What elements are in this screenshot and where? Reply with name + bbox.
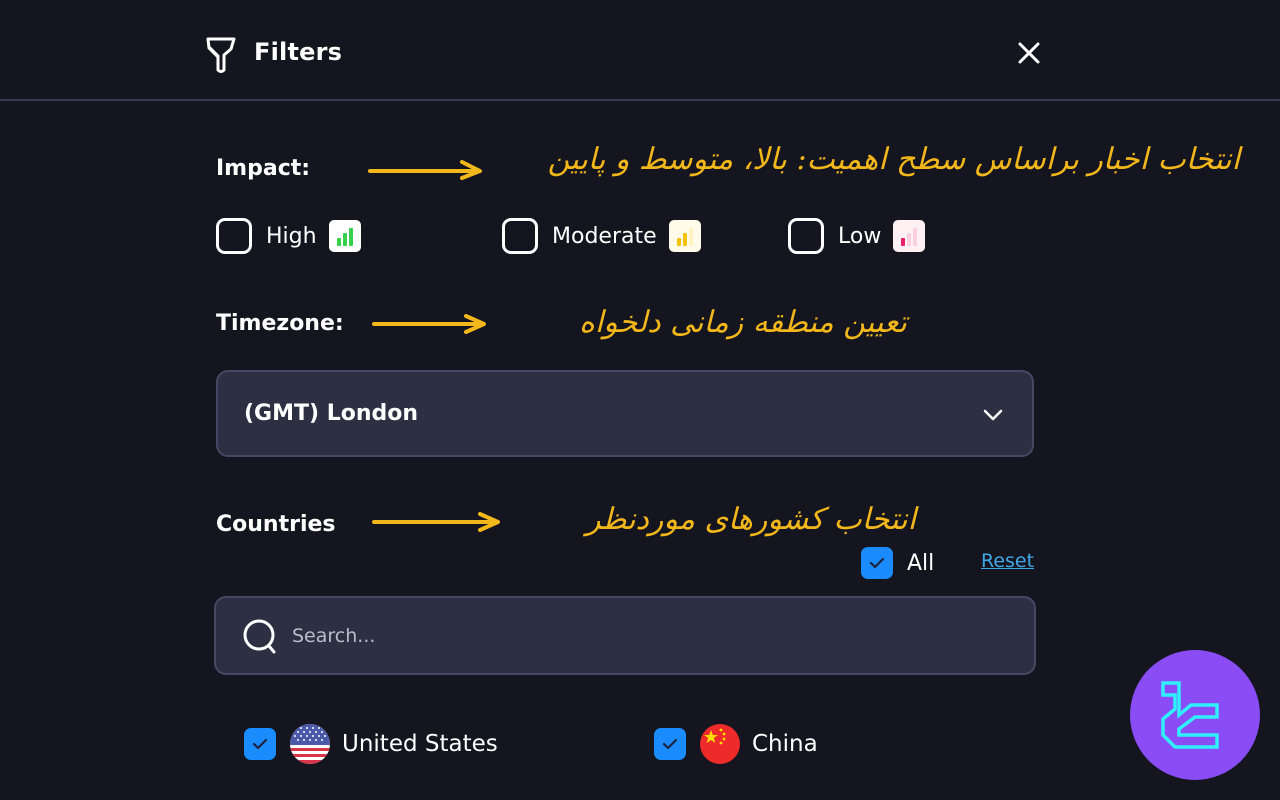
united-states-checkbox[interactable]	[244, 728, 276, 760]
countries-label: Countries	[216, 512, 336, 537]
impact-annotation: انتخاب اخبار براساس سطح اهمیت: بالا، متو…	[547, 142, 1240, 177]
high-checkbox[interactable]	[216, 218, 252, 254]
country-search	[214, 596, 1036, 675]
close-button[interactable]	[1012, 38, 1046, 72]
all-label: All	[907, 550, 935, 576]
signal-bars-moderate-icon	[668, 220, 701, 252]
china-flag-icon	[700, 724, 740, 764]
annotation-arrow-icon	[368, 160, 482, 180]
annotation-arrow-icon	[372, 512, 500, 532]
checkmark-icon	[252, 738, 268, 750]
impact-option-label: Low	[838, 223, 882, 249]
impact-option-label: High	[266, 223, 317, 249]
annotation-arrow-icon	[372, 314, 486, 334]
china-checkbox[interactable]	[654, 728, 686, 760]
impact-options: High Moderate Low	[216, 216, 1016, 256]
funnel-icon	[204, 36, 238, 74]
chevron-down-icon	[982, 404, 1004, 426]
country-name: United States	[342, 731, 498, 757]
impact-label: Impact:	[216, 156, 311, 181]
select-all-toggle[interactable]: All	[861, 546, 934, 580]
country-item-china[interactable]: China	[654, 722, 818, 766]
checkmark-icon	[869, 557, 885, 569]
signal-bars-high-icon	[328, 220, 361, 252]
country-name: China	[752, 731, 818, 757]
impact-option-high[interactable]: High	[216, 216, 361, 256]
impact-option-moderate[interactable]: Moderate	[502, 216, 701, 256]
impact-option-low[interactable]: Low	[788, 216, 926, 256]
search-icon	[242, 618, 278, 656]
brand-logo	[1130, 650, 1260, 780]
reset-link[interactable]: Reset	[981, 550, 1034, 572]
countries-annotation: انتخاب کشورهای موردنظر	[586, 502, 916, 537]
page-title: Filters	[254, 38, 343, 66]
search-input[interactable]	[292, 616, 992, 656]
filters-header: Filters	[0, 0, 1280, 101]
checkmark-icon	[662, 738, 678, 750]
all-checkbox[interactable]	[861, 547, 893, 579]
brand-logo-icon	[1161, 681, 1219, 749]
impact-option-label: Moderate	[552, 223, 657, 249]
close-icon	[1017, 41, 1041, 69]
signal-bars-low-icon	[893, 220, 926, 252]
moderate-checkbox[interactable]	[502, 218, 538, 254]
timezone-select[interactable]: (GMT) London	[216, 370, 1034, 457]
low-checkbox[interactable]	[788, 218, 824, 254]
timezone-annotation: تعیین منطقه زمانی دلخواه	[579, 305, 907, 340]
country-item-united-states[interactable]: United States	[244, 722, 498, 766]
filters-panel: Filters Impact: انتخاب اخبار براساس سطح …	[0, 0, 1280, 800]
us-flag-icon	[290, 724, 330, 764]
timezone-label: Timezone:	[216, 311, 344, 336]
timezone-selected-value: (GMT) London	[244, 401, 419, 426]
